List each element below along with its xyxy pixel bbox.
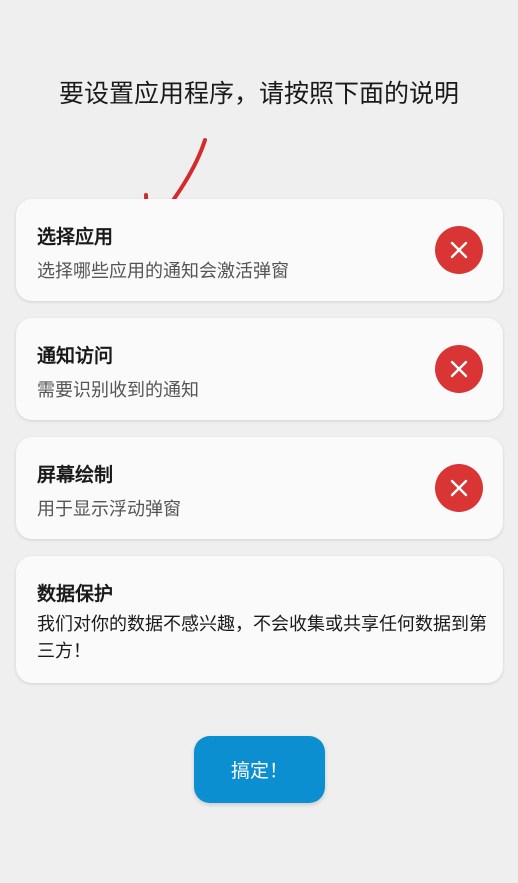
instruction-headline: 要设置应用程序，请按照下面的说明 <box>58 79 459 108</box>
card-description: 用于显示浮动弹窗 <box>37 499 181 520</box>
close-icon <box>450 479 468 497</box>
status-error-button[interactable] <box>435 226 483 274</box>
card-description: 我们对你的数据不感兴趣，不会收集或共享任何数据到第三方！ <box>37 614 487 662</box>
card-notification-access[interactable]: 通知访问 需要识别收到的通知 <box>16 318 503 420</box>
close-icon <box>450 360 468 378</box>
card-title: 通知访问 <box>37 345 114 367</box>
card-select-apps[interactable]: 选择应用 选择哪些应用的通知会激活弹窗 <box>16 199 503 301</box>
card-title: 数据保护 <box>37 583 114 605</box>
close-icon <box>450 241 468 259</box>
status-error-button[interactable] <box>435 464 483 512</box>
card-title: 屏幕绘制 <box>37 464 114 486</box>
card-draw-over-screen[interactable]: 屏幕绘制 用于显示浮动弹窗 <box>16 437 503 539</box>
card-description: 选择哪些应用的通知会激活弹窗 <box>37 261 289 282</box>
card-description: 需要识别收到的通知 <box>37 380 199 401</box>
done-button[interactable]: 搞定！ <box>194 736 325 803</box>
card-data-protection: 数据保护 我们对你的数据不感兴趣，不会收集或共享任何数据到第三方！ <box>16 556 503 683</box>
card-title: 选择应用 <box>37 226 114 248</box>
status-error-button[interactable] <box>435 345 483 393</box>
